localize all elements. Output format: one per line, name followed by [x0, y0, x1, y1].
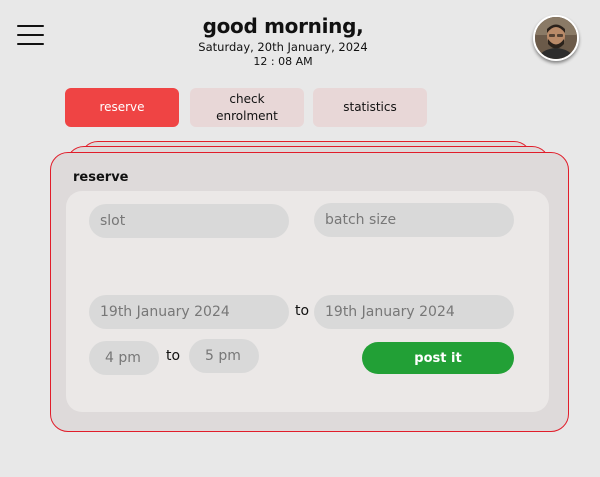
slot-input[interactable]: slot	[89, 204, 289, 238]
current-date: Saturday, 20th January, 2024	[198, 40, 368, 54]
reserve-card: reserve slot batch size 19th January 202…	[50, 152, 569, 432]
tab-check-enrolment[interactable]: check enrolment	[190, 88, 304, 127]
time-range-separator: to	[166, 348, 181, 364]
current-time: 12 : 08 AM	[253, 55, 313, 68]
tab-check-enrolment-label: check enrolment	[216, 91, 278, 123]
batch-size-input[interactable]: batch size	[314, 203, 514, 237]
date-range-separator: to	[295, 303, 310, 319]
app-root: good morning, Saturday, 20th January, 20…	[0, 0, 600, 477]
reserve-form: slot batch size 19th January 2024 to 19t…	[66, 191, 549, 412]
greeting-title: good morning,	[202, 14, 364, 38]
post-it-button[interactable]: post it	[362, 342, 514, 374]
card-title: reserve	[73, 170, 129, 185]
avatar[interactable]	[533, 15, 579, 61]
start-time-input[interactable]: 4 pm	[89, 341, 159, 375]
end-date-input[interactable]: 19th January 2024	[314, 295, 514, 329]
tab-reserve[interactable]: reserve	[65, 88, 179, 127]
start-date-input[interactable]: 19th January 2024	[89, 295, 289, 329]
avatar-image	[535, 17, 577, 59]
tab-statistics[interactable]: statistics	[313, 88, 427, 127]
end-time-input[interactable]: 5 pm	[189, 339, 259, 373]
